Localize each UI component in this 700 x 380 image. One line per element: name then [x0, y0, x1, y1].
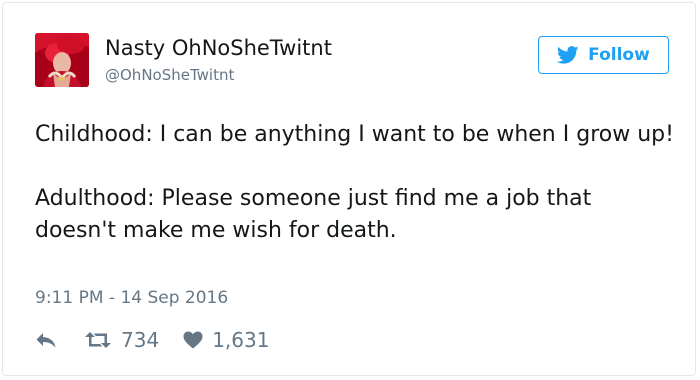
- twitter-bird-icon: [557, 46, 579, 64]
- retweet-count: 734: [121, 328, 160, 352]
- reply-button[interactable]: [35, 331, 57, 349]
- tweet-actions: 734 1,631: [35, 325, 269, 355]
- tweet-timestamp[interactable]: 9:11 PM - 14 Sep 2016: [35, 288, 228, 308]
- retweet-button[interactable]: 734: [84, 328, 159, 352]
- user-handle[interactable]: @OhNoSheTwitnt: [105, 66, 234, 84]
- avatar[interactable]: [35, 33, 89, 87]
- reply-icon: [36, 333, 56, 348]
- like-count: 1,631: [212, 328, 270, 352]
- tweet-paragraph: Childhood: I can be anything I want to b…: [35, 122, 674, 147]
- tweet-text: Childhood: I can be anything I want to b…: [35, 119, 675, 247]
- tweet-paragraph: Adulthood: Please someone just find me a…: [35, 186, 592, 243]
- retweet-icon: [85, 332, 111, 348]
- follow-label: Follow: [588, 45, 650, 65]
- display-name[interactable]: Nasty OhNoSheTwitnt: [105, 36, 332, 60]
- follow-button[interactable]: Follow: [538, 36, 669, 74]
- profile-photo-icon: [35, 33, 89, 87]
- tweet-card: Nasty OhNoSheTwitnt @OhNoSheTwitnt Follo…: [2, 2, 696, 376]
- heart-icon: [183, 331, 203, 349]
- like-button[interactable]: 1,631: [183, 328, 269, 352]
